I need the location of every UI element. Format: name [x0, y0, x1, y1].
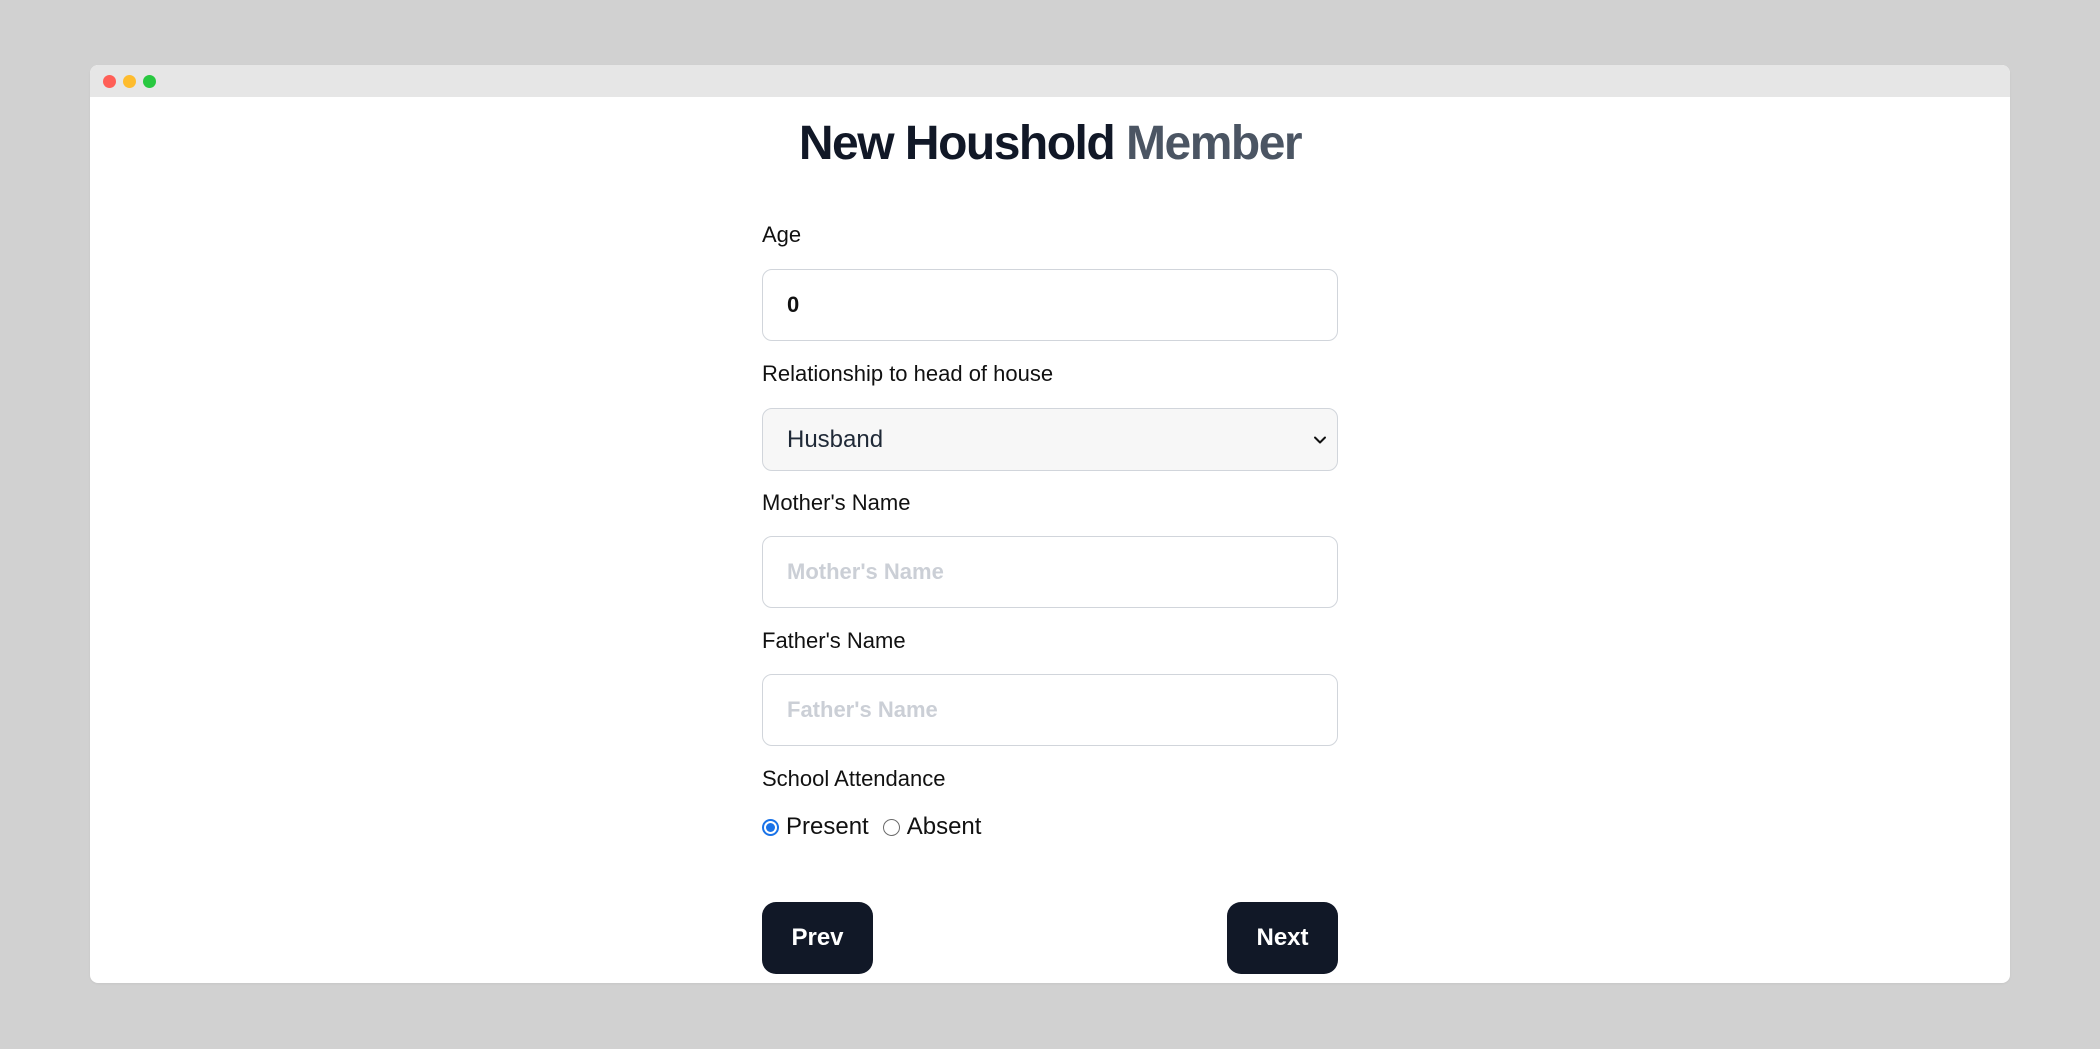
age-label: Age: [762, 222, 802, 247]
attendance-option-absent[interactable]: Absent: [882, 813, 982, 841]
page-title-main: New Houshold: [798, 117, 1116, 170]
minimize-window-dot[interactable]: [123, 75, 136, 88]
relationship-selected-value: Husband: [787, 425, 884, 453]
window-titlebar: [90, 65, 2010, 97]
father-name-input[interactable]: [762, 674, 1338, 746]
attendance-option-present[interactable]: Present: [762, 813, 869, 841]
page-title-accent: Member: [1126, 117, 1303, 170]
chevron-down-icon: [1314, 436, 1326, 443]
maximize-window-dot[interactable]: [143, 75, 156, 88]
absent-radio[interactable]: [882, 818, 900, 836]
age-input[interactable]: [762, 269, 1338, 341]
school-attendance-label: School Attendance: [762, 766, 946, 791]
mother-name-label: Mother's Name: [762, 490, 911, 515]
next-button[interactable]: Next: [1227, 902, 1338, 974]
close-window-dot[interactable]: [103, 75, 116, 88]
present-radio-label: Present: [786, 813, 869, 840]
relationship-select[interactable]: Husband: [762, 408, 1338, 471]
prev-button[interactable]: Prev: [762, 902, 873, 974]
relationship-label: Relationship to head of house: [762, 361, 1054, 386]
mother-name-input[interactable]: [762, 536, 1338, 608]
father-name-label: Father's Name: [762, 628, 906, 653]
page-title: New Houshold Member: [90, 115, 2010, 173]
attendance-radio-group: Present Absent: [762, 813, 995, 841]
present-radio[interactable]: [762, 818, 779, 836]
browser-window: New Houshold Member Age Relationship to …: [90, 65, 2010, 983]
absent-radio-label: Absent: [906, 813, 982, 840]
